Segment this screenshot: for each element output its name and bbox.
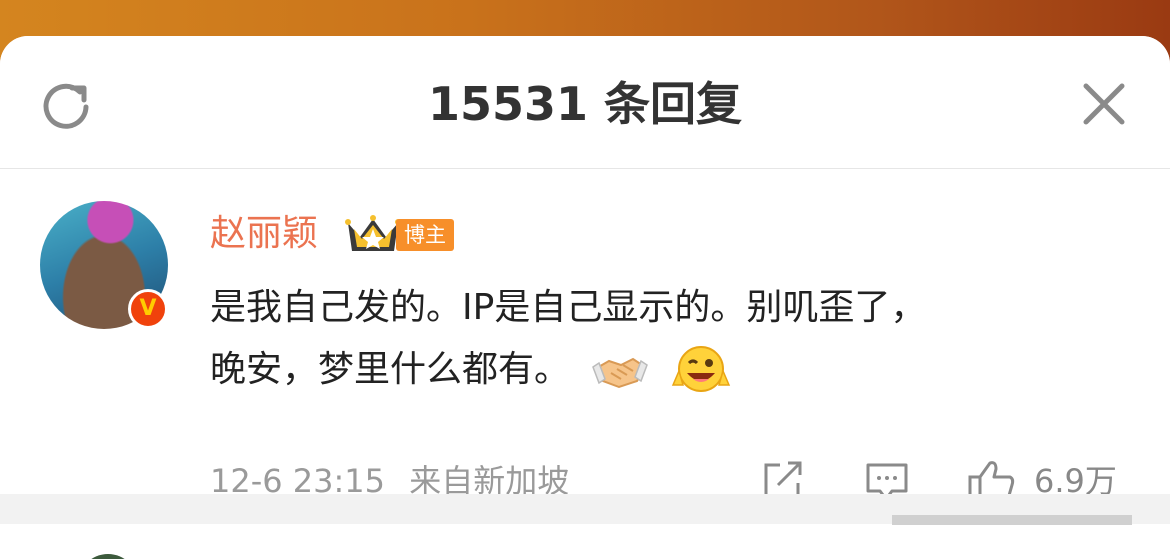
scroll-indicator — [892, 515, 1132, 525]
verified-v-icon: V — [128, 289, 168, 329]
page-title: 15531 条回复 — [427, 77, 743, 131]
comment-line-1: 是我自己发的。IP是自己显示的。别叽歪了， — [210, 287, 927, 328]
comment-line-2-wrap: 晚安，梦里什么都有。 — [210, 339, 1130, 401]
next-comment-avatar[interactable] — [78, 554, 138, 559]
reply-sheet: 15531 条回复 V 赵丽颖 博主 是我自己发的。IP是自己显示的。别叽歪了，… — [0, 36, 1170, 559]
username[interactable]: 赵丽颖 — [210, 209, 318, 259]
wink-grin-emoji — [671, 346, 731, 392]
blogger-badge: 博主 — [396, 219, 454, 251]
next-comment-card — [0, 524, 1170, 559]
handshake-emoji — [592, 357, 649, 389]
crown-icon — [345, 215, 401, 251]
sheet-header: 15531 条回复 — [0, 36, 1170, 169]
comment-line-2: 晚安，梦里什么都有。 — [210, 349, 571, 390]
close-button[interactable] — [1076, 76, 1132, 132]
close-icon — [1083, 83, 1125, 125]
comment-card: V 赵丽颖 博主 是我自己发的。IP是自己显示的。别叽歪了， 晚安，梦里什么都有… — [0, 169, 1170, 505]
comment-text: 是我自己发的。IP是自己显示的。别叽歪了， 晚安，梦里什么都有。 — [210, 277, 1130, 401]
